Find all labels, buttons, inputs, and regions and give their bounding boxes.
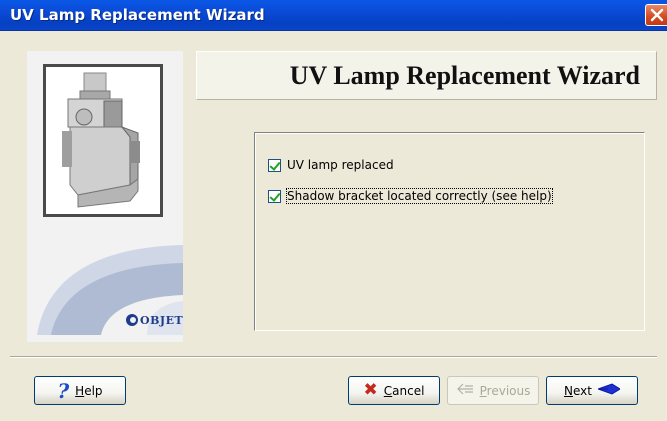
side-illustration: OBJET [27, 51, 183, 342]
checkbox-uv-lamp-replaced[interactable]: UV lamp replaced [268, 158, 394, 172]
objet-logo: OBJET [125, 313, 183, 327]
page-title: UV Lamp Replacement Wizard [196, 51, 657, 100]
shadow-bracket-label: Shadow bracket located correctly (see he… [286, 188, 553, 204]
red-x-icon: ✖ [363, 380, 378, 400]
shadow-bracket-checkbox[interactable] [268, 189, 281, 203]
objet-logo-mark-icon [126, 314, 138, 326]
button-separator [10, 356, 657, 358]
options-panel: UV lamp replaced Shadow bracket located … [254, 132, 645, 331]
help-button-label: Help [75, 383, 103, 398]
window-title: UV Lamp Replacement Wizard [10, 6, 265, 24]
cancel-button[interactable]: ✖ Cancel [348, 376, 440, 405]
left-arrow-icon [456, 383, 474, 398]
previous-button-label: Previous [479, 383, 531, 398]
help-button[interactable]: ? Help [34, 376, 126, 405]
previous-button[interactable]: Previous [447, 376, 539, 405]
right-arrow-icon [596, 382, 621, 399]
next-button-label: Next [564, 383, 592, 398]
cancel-button-label: Cancel [383, 383, 425, 398]
question-mark-icon: ? [57, 378, 70, 403]
uv-lamp-image [46, 67, 160, 214]
objet-logo-text: OBJET [140, 313, 184, 327]
close-button[interactable] [645, 4, 667, 26]
uv-lamp-replaced-checkbox[interactable] [268, 158, 281, 172]
title-bar[interactable]: UV Lamp Replacement Wizard [0, 0, 667, 31]
close-icon [650, 8, 664, 22]
wizard-window: UV Lamp Replacement Wizard OBJET UV Lamp… [0, 0, 667, 421]
uv-lamp-photo [43, 64, 163, 217]
uv-lamp-replaced-label: UV lamp replaced [287, 158, 394, 172]
checkbox-shadow-bracket[interactable]: Shadow bracket located correctly (see he… [268, 188, 553, 204]
next-button[interactable]: Next [546, 376, 638, 405]
